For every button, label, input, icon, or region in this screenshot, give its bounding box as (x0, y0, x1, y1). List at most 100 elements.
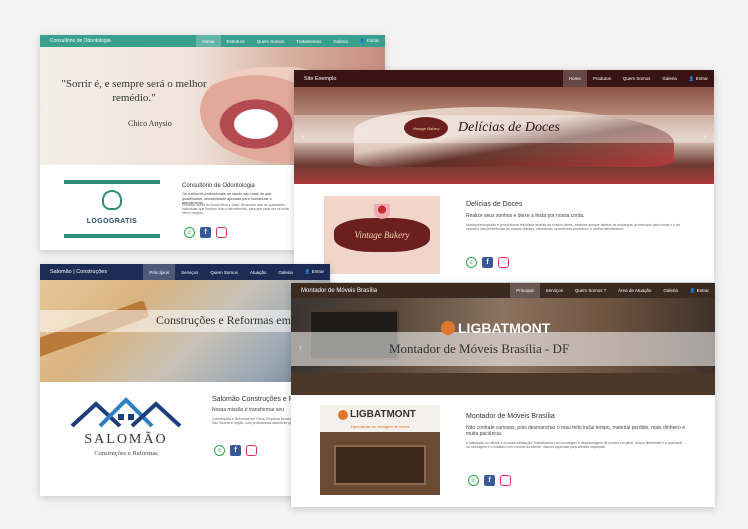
construction-hero: Construções e Reformas em G ‹ (40, 280, 330, 382)
cakes-menu-produtos[interactable]: Produtos (587, 70, 617, 87)
dental-logo-text: LOGOGRATIS (86, 218, 138, 225)
furniture-subheading: Não contrate curiosos, pois desmanchar o… (466, 425, 685, 437)
instagram-icon[interactable] (498, 257, 509, 268)
construction-menu-entrar[interactable]: 👤 Entrar (299, 264, 330, 280)
furniture-thumb-shelf-image (334, 445, 426, 485)
furniture-social: ✆ f (468, 475, 511, 486)
whatsapp-icon[interactable]: ✆ (184, 227, 195, 238)
cakes-hero-badge: Vintage Bakery (404, 117, 448, 139)
dental-menu-tratamentos[interactable]: Tratamentos (290, 35, 327, 47)
cakes-brand[interactable]: Site Exemplo (294, 76, 563, 82)
furniture-site-card: Montador de Móveis Brasília Principal Se… (291, 283, 715, 507)
construction-logo-name: SALOMÃO (84, 432, 168, 447)
construction-site-card: Salomão | Construções Princípios Serviço… (40, 264, 330, 496)
cakes-navbar: Site Exemplo Home Produtos Quem Somos Ga… (294, 70, 714, 87)
dental-social: ✆ f (184, 227, 227, 238)
cakes-menu-galeria[interactable]: Galeria (656, 70, 683, 87)
dental-brand[interactable]: Consultório de Odontologia (40, 38, 196, 44)
cupcake-icon (374, 204, 390, 220)
cakes-subheading: Realize seus sonhos e deixe a festa por … (466, 213, 585, 219)
houses-roof-icon (70, 397, 182, 428)
construction-menu-atuacao[interactable]: Atuação (244, 264, 273, 280)
dental-menu-estrutura[interactable]: Estrutura (221, 35, 251, 47)
cakes-heading: Delícias de Doces (466, 201, 523, 208)
instagram-icon[interactable] (216, 227, 227, 238)
furniture-thumb-tagline: Especialistas em montagem de móveis (350, 425, 410, 429)
furniture-hero: LIGBATMONT Montador de Móveis Brasília -… (291, 298, 715, 395)
construction-menu-principios[interactable]: Princípios (143, 264, 176, 280)
construction-subheading: Nossa missão é transformar seu (212, 407, 284, 413)
dental-menu-galeria[interactable]: Galeria (327, 35, 354, 47)
furniture-hero-logo: LIGBATMONT (441, 320, 550, 336)
cakes-badge-text: Vintage Bakery (412, 125, 440, 131)
dental-menu-entrar[interactable]: 👤 Entrar (354, 35, 385, 47)
facebook-icon[interactable]: f (484, 475, 495, 486)
cakes-menu-entrar[interactable]: 👤 Entrar (683, 70, 714, 87)
dental-logo-box: LOGOGRATIS (64, 180, 160, 238)
construction-heading: Salomão Construções e R (212, 396, 294, 403)
logbatmont-emblem-icon (338, 409, 348, 420)
furniture-menu-quem-somos[interactable]: Quem Somos ? (569, 283, 612, 298)
cakes-logo-box: Vintage Bakery (324, 196, 440, 274)
whatsapp-icon[interactable]: ✆ (466, 257, 477, 268)
dental-body: Executar ações de forma ética e clara, d… (182, 203, 289, 216)
logbatmont-emblem-icon (441, 321, 455, 335)
furniture-menu-area-atuacao[interactable]: Área de Atuação (612, 283, 657, 298)
construction-menu-quem-somos[interactable]: Quem Somos (204, 264, 244, 280)
dental-quote-author: Chico Anysio (128, 119, 172, 128)
dental-menu-home[interactable]: Home (196, 35, 221, 47)
facebook-icon[interactable]: f (230, 445, 241, 456)
dental-heading: Consultório de Odontologia (182, 183, 255, 189)
instagram-icon[interactable] (246, 445, 257, 456)
cakes-logo-text: Vintage Bakery (354, 230, 410, 240)
furniture-brand[interactable]: Montador de Móveis Brasília (291, 288, 510, 294)
furniture-heading: Montador de Móveis Brasília (466, 413, 555, 420)
whatsapp-icon[interactable]: ✆ (214, 445, 225, 456)
furniture-body: A satisfação do cliente é a nossa satisf… (466, 441, 683, 450)
construction-navbar: Salomão | Construções Princípios Serviço… (40, 264, 330, 280)
cabinet-image (291, 373, 715, 395)
dental-quote: "Sorrir é, e sempre será o melhor remédi… (61, 78, 207, 104)
construction-logo-tagline: Construções e Reformas (94, 450, 158, 457)
construction-logo-box: SALOMÃO Construções e Reformas (66, 388, 186, 468)
construction-hero-title: Construções e Reformas em G (156, 313, 303, 327)
furniture-menu-principal[interactable]: Principal (510, 283, 540, 298)
construction-brand[interactable]: Salomão | Construções (40, 269, 143, 275)
instagram-icon[interactable] (500, 475, 511, 486)
cakes-menu-home[interactable]: Home (562, 70, 587, 87)
construction-social: ✆ f (214, 445, 257, 456)
cakes-menu-quem-somos[interactable]: Quem Somos (617, 70, 657, 87)
cakes-hero-title: Delícias de Doces (458, 120, 560, 135)
dental-menu-quem-somos[interactable]: Quem Somos (251, 35, 291, 47)
dental-prev-arrow[interactable]: ‹ (46, 101, 49, 111)
facebook-icon[interactable]: f (482, 257, 493, 268)
furniture-hero-title: Montador de Móveis Brasília - DF (389, 341, 570, 356)
furniture-prev-arrow[interactable]: ‹ (299, 342, 302, 352)
cakes-hero: Vintage Bakery Delícias de Doces ‹ › (294, 87, 714, 184)
construction-menu-galeria[interactable]: Galeria (272, 264, 299, 280)
furniture-hero-logo-text: LIGBATMONT (458, 320, 551, 336)
furniture-navbar: Montador de Móveis Brasília Principal Se… (291, 283, 715, 298)
whatsapp-icon[interactable]: ✆ (468, 475, 479, 486)
cakes-logo-badge: Vintage Bakery (334, 204, 430, 252)
dental-menu: Home Estrutura Quem Somos Tratamentos Ga… (196, 35, 385, 47)
furniture-thumb-logo-text: LIGBATMONT (350, 409, 416, 420)
construction-menu-servicos[interactable]: Serviços (175, 264, 204, 280)
tooth-icon (102, 190, 122, 210)
cakes-next-arrow[interactable]: › (703, 131, 706, 141)
furniture-menu-entrar[interactable]: 👤 Entrar (684, 283, 715, 298)
dental-navbar: Consultório de Odontologia Home Estrutur… (40, 35, 385, 47)
furniture-menu: Principal Serviços Quem Somos ? Área de … (510, 283, 715, 298)
cakes-menu: Home Produtos Quem Somos Galeria 👤 Entra… (562, 70, 714, 87)
cakes-prev-arrow[interactable]: ‹ (302, 131, 305, 141)
cakes-body: Nossa preocupação é proporcionar felicid… (466, 223, 680, 232)
furniture-menu-servicos[interactable]: Serviços (540, 283, 569, 298)
cakes-social: ✆ f (466, 257, 509, 268)
furniture-menu-galeria[interactable]: Galeria (657, 283, 684, 298)
construction-prev-arrow[interactable]: ‹ (46, 326, 49, 336)
furniture-thumb-logo: LIGBATMONT (338, 409, 416, 420)
furniture-thumb: LIGBATMONT Especialistas em montagem de … (320, 405, 440, 495)
construction-menu: Princípios Serviços Quem Somos Atuação G… (143, 264, 330, 280)
facebook-icon[interactable]: f (200, 227, 211, 238)
cakes-site-card: Site Exemplo Home Produtos Quem Somos Ga… (294, 70, 714, 282)
